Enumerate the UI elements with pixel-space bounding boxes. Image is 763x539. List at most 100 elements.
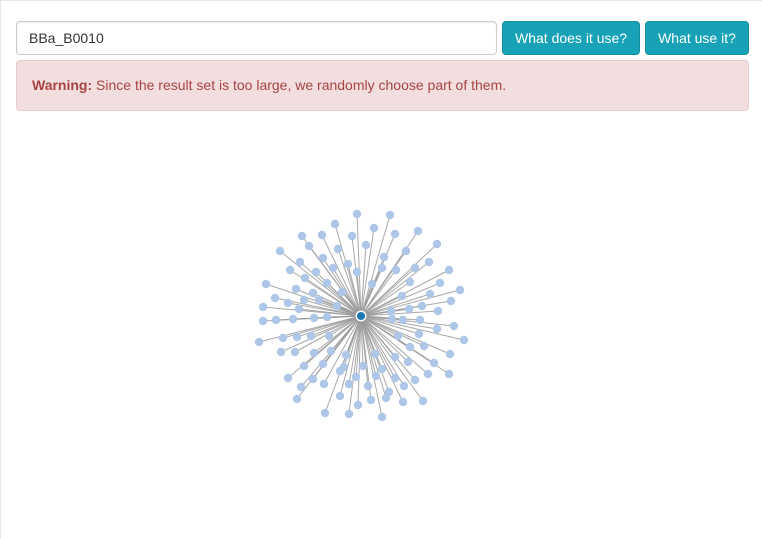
graph-leaf-node[interactable] [370,349,380,359]
graph-leaf-node[interactable] [367,279,377,289]
what-use-it-button[interactable]: What use it? [645,21,749,55]
graph-leaf-node[interactable] [379,252,389,262]
graph-leaf-node[interactable] [330,219,340,229]
graph-leaf-node[interactable] [317,230,327,240]
graph-leaf-node[interactable] [276,347,286,357]
graph-leaf-node[interactable] [432,239,442,249]
graph-leaf-node[interactable] [288,314,298,324]
graph-leaf-node[interactable] [335,391,345,401]
graph-leaf-node[interactable] [352,209,362,219]
graph-leaf-node[interactable] [446,296,456,306]
graph-leaf-node[interactable] [366,395,376,405]
graph-leaf-node[interactable] [410,375,420,385]
graph-leaf-node[interactable] [435,278,445,288]
graph-leaf-node[interactable] [335,366,345,376]
graph-leaf-node[interactable] [377,364,387,374]
graph-leaf-node[interactable] [444,369,454,379]
graph-leaf-node[interactable] [296,382,306,392]
graph-leaf-node[interactable] [333,244,343,254]
graph-leaf-node[interactable] [297,231,307,241]
graph-leaf-node[interactable] [424,257,434,267]
graph-leaf-node[interactable] [308,374,318,384]
network-graph[interactable] [0,120,763,539]
graph-leaf-node[interactable] [258,302,268,312]
graph-leaf-node[interactable] [285,265,295,275]
graph-leaf-node[interactable] [403,357,413,367]
graph-leaf-node[interactable] [353,400,363,410]
graph-leaf-node[interactable] [258,316,268,326]
graph-leaf-node[interactable] [361,240,371,250]
graph-leaf-node[interactable] [413,226,423,236]
graph-leaf-node[interactable] [352,267,362,277]
graph-leaf-node[interactable] [318,359,328,369]
graph-leaf-node[interactable] [332,301,342,311]
graph-leaf-node[interactable] [405,342,415,352]
graph-leaf-node[interactable] [377,412,387,422]
what-does-it-use-button[interactable]: What does it use? [502,21,640,55]
graph-leaf-node[interactable] [449,321,459,331]
graph-leaf-node[interactable] [369,223,379,233]
graph-leaf-node[interactable] [308,288,318,298]
graph-leaf-node[interactable] [300,273,310,283]
graph-leaf-node[interactable] [417,301,427,311]
graph-leaf-node[interactable] [418,396,428,406]
graph-leaf-node[interactable] [283,373,293,383]
graph-leaf-node[interactable] [322,278,332,288]
graph-leaf-node[interactable] [387,314,397,324]
graph-leaf-node[interactable] [445,349,455,359]
graph-leaf-node[interactable] [410,263,420,273]
graph-leaf-node[interactable] [337,287,347,297]
graph-leaf-node[interactable] [391,265,401,275]
graph-leaf-node[interactable] [397,291,407,301]
graph-leaf-node[interactable] [390,352,400,362]
graph-center-node[interactable] [355,310,367,322]
graph-leaf-node[interactable] [344,379,354,389]
graph-leaf-node[interactable] [432,324,442,334]
graph-leaf-node[interactable] [295,257,305,267]
graph-leaf-node[interactable] [261,279,271,289]
graph-leaf-node[interactable] [324,331,334,341]
graph-leaf-node[interactable] [419,341,429,351]
graph-leaf-node[interactable] [319,379,329,389]
graph-leaf-node[interactable] [358,361,368,371]
graph-leaf-node[interactable] [275,246,285,256]
graph-leaf-node[interactable] [291,284,301,294]
graph-leaf-node[interactable] [385,210,395,220]
graph-leaf-node[interactable] [425,289,435,299]
graph-leaf-node[interactable] [271,315,281,325]
graph-leaf-node[interactable] [386,306,396,316]
graph-leaf-node[interactable] [292,332,302,342]
graph-leaf-node[interactable] [429,358,439,368]
graph-leaf-node[interactable] [347,231,357,241]
graph-leaf-node[interactable] [254,337,264,347]
graph-leaf-node[interactable] [433,306,443,316]
graph-leaf-node[interactable] [398,315,408,325]
graph-leaf-node[interactable] [401,246,411,256]
graph-leaf-node[interactable] [309,313,319,323]
graph-leaf-node[interactable] [309,348,319,358]
graph-leaf-node[interactable] [270,293,280,303]
graph-leaf-node[interactable] [341,350,351,360]
graph-leaf-node[interactable] [363,381,373,391]
graph-leaf-node[interactable] [318,253,328,263]
graph-leaf-node[interactable] [399,381,409,391]
graph-leaf-node[interactable] [390,229,400,239]
graph-leaf-node[interactable] [283,298,293,308]
graph-leaf-node[interactable] [299,361,309,371]
graph-leaf-node[interactable] [292,394,302,404]
graph-leaf-node[interactable] [404,304,414,314]
part-search-input[interactable] [16,21,497,55]
graph-leaf-node[interactable] [343,259,353,269]
graph-leaf-node[interactable] [459,335,469,345]
graph-leaf-node[interactable] [290,347,300,357]
graph-leaf-node[interactable] [393,331,403,341]
graph-leaf-node[interactable] [320,408,330,418]
graph-leaf-node[interactable] [371,371,381,381]
graph-leaf-node[interactable] [328,263,338,273]
graph-leaf-node[interactable] [304,241,314,251]
graph-leaf-node[interactable] [351,372,361,382]
graph-leaf-node[interactable] [322,312,332,322]
graph-leaf-node[interactable] [314,295,324,305]
graph-leaf-node[interactable] [390,373,400,383]
graph-leaf-node[interactable] [294,304,304,314]
